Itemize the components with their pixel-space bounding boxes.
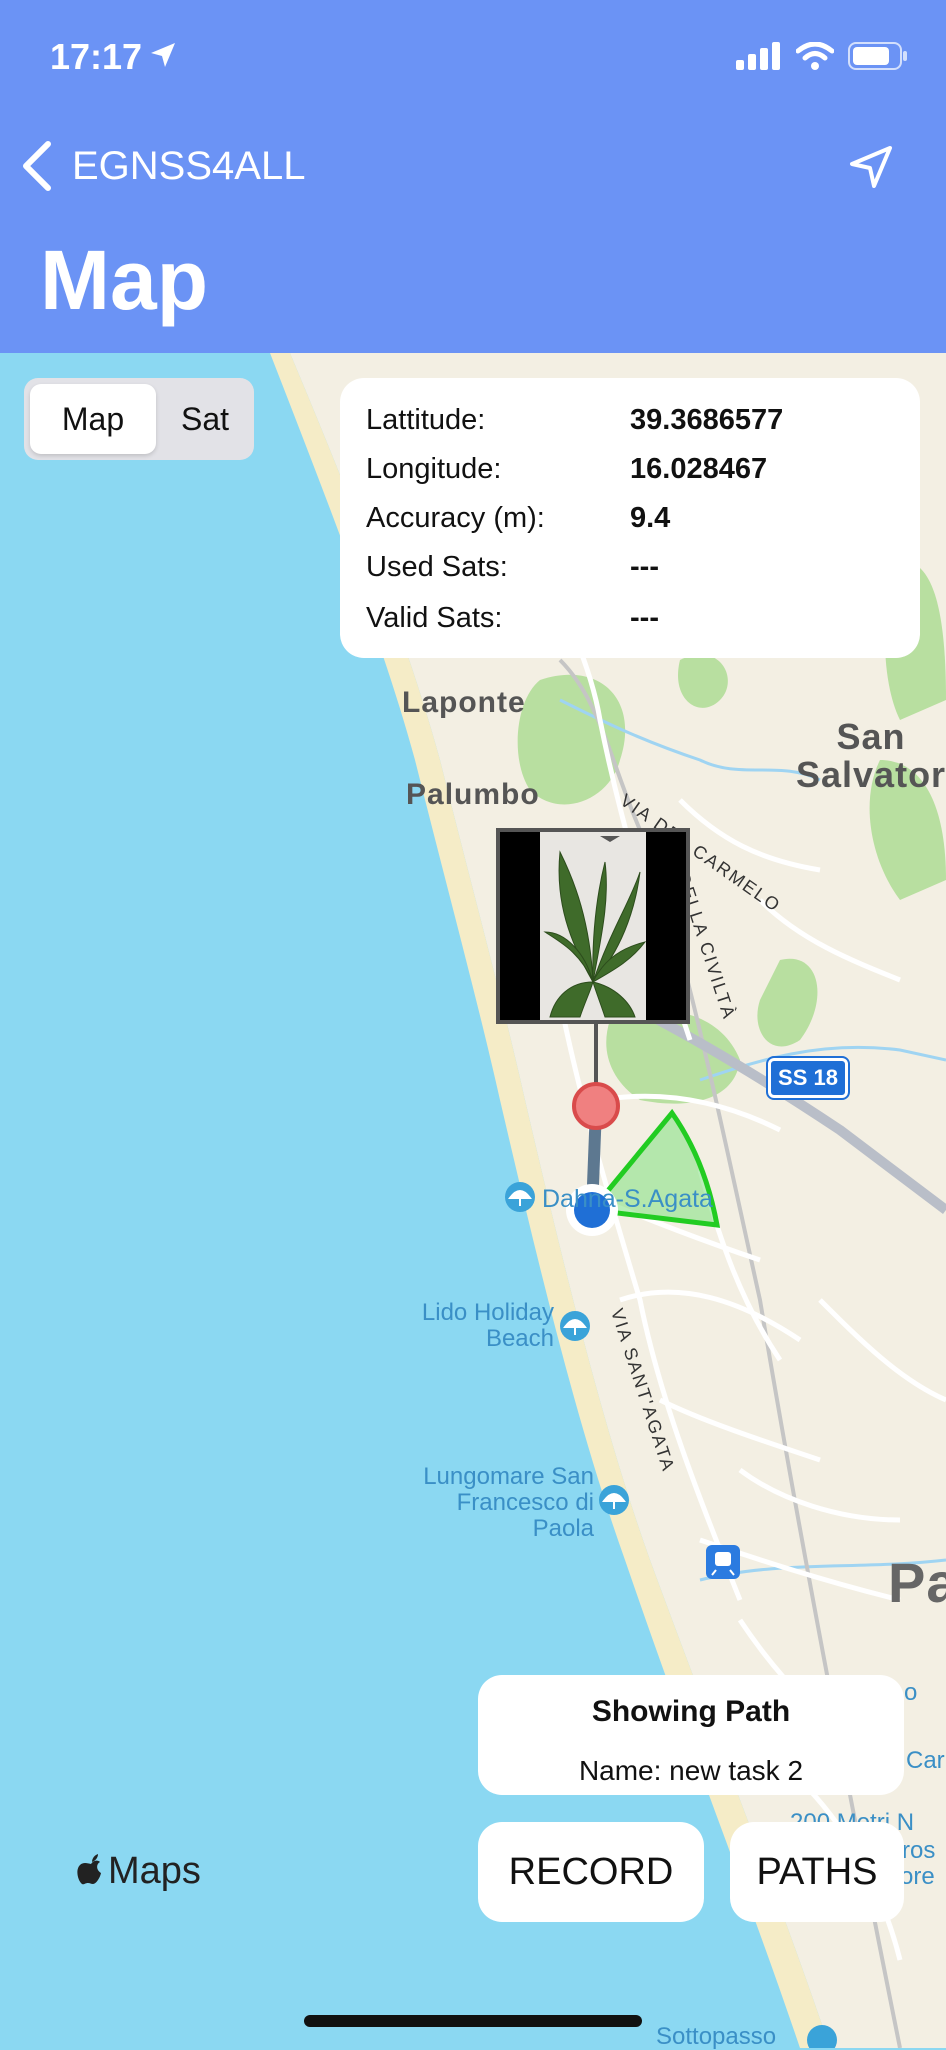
poi-label-dahna: Dahna-S.Agata <box>542 1185 713 1213</box>
accuracy-value: 9.4 <box>630 502 671 534</box>
latitude-row: Lattitude: <box>366 404 485 437</box>
valid-sats-value: --- <box>630 602 659 634</box>
map-label-paola: Pa <box>888 1551 946 1614</box>
accuracy-label: Accuracy (m): <box>366 502 545 534</box>
latitude-label: Lattitude: <box>366 404 486 436</box>
path-card-title: Showing Path <box>591 1695 791 1728</box>
photo-thumbnail[interactable] <box>496 828 690 1024</box>
back-button[interactable]: EGNSS4ALL <box>18 140 305 192</box>
longitude-value: 16.028467 <box>630 453 768 485</box>
poi-label-sottopasso: Sottopasso <box>656 2023 777 2050</box>
used-sats-label: Used Sats: <box>366 551 508 583</box>
segment-sat[interactable]: Sat <box>162 384 248 454</box>
plant-photo <box>500 832 686 1020</box>
map-label-san-salvatore: San Salvator <box>796 716 946 795</box>
edge-label-o: o <box>904 1679 918 1706</box>
maps-logo-text: Maps <box>108 1850 201 1892</box>
page-title: Map <box>40 233 208 327</box>
poi-label-lido: Lido Holiday Beach <box>421 1299 554 1352</box>
used-sats-value: --- <box>630 551 659 583</box>
edge-label-car: Car <box>906 1747 945 1774</box>
home-indicator[interactable] <box>304 2015 642 2027</box>
navigation-arrow-icon[interactable] <box>848 144 894 190</box>
paths-button[interactable]: PATHS <box>730 1822 904 1922</box>
showing-path-card: Showing Path Name: new task 2 <box>478 1675 904 1795</box>
wifi-icon <box>796 42 834 70</box>
location-arrow-icon <box>151 43 175 67</box>
back-label: EGNSS4ALL <box>72 143 306 188</box>
edge-label-ore: ore <box>900 1863 935 1890</box>
map-label-laponte: Laponte <box>402 686 526 719</box>
beach-umbrella-icon[interactable] <box>505 1182 535 1212</box>
apple-maps-logo[interactable]: Maps <box>76 1850 201 1893</box>
navigation-header: 17:17 EGNSS4ALL Map <box>0 0 946 353</box>
status-indicators <box>736 42 908 70</box>
poi-label-lungomare: Lungomare San Francesco di Paola <box>423 1463 594 1542</box>
latitude-value: 39.3686577 <box>630 404 784 436</box>
gnss-info-card: Lattitude: 39.3686577 Longitude: 16.0284… <box>340 378 920 658</box>
status-time: 17:17 <box>50 36 143 77</box>
train-icon[interactable] <box>706 1545 740 1579</box>
beach-umbrella-icon[interactable] <box>599 1485 629 1515</box>
signal-icon <box>736 42 780 70</box>
highway-shield-ss18[interactable]: SS 18 <box>766 1056 850 1100</box>
longitude-label: Longitude: <box>366 453 502 485</box>
record-button[interactable]: RECORD <box>478 1822 704 1922</box>
apple-icon <box>77 1853 101 1884</box>
edge-label-ros: ros <box>902 1837 936 1864</box>
path-card-name: Name: new task 2 <box>578 1755 804 1786</box>
chevron-left-icon <box>23 141 51 191</box>
photo-location-pin[interactable] <box>572 1082 620 1130</box>
map-label-palumbo: Palumbo <box>406 778 540 811</box>
map-type-segmented-control: Map Sat <box>24 378 254 460</box>
segment-map[interactable]: Map <box>30 384 156 454</box>
valid-sats-label: Valid Sats: <box>366 602 503 634</box>
battery-icon <box>848 42 907 70</box>
beach-umbrella-icon[interactable] <box>560 1311 590 1341</box>
